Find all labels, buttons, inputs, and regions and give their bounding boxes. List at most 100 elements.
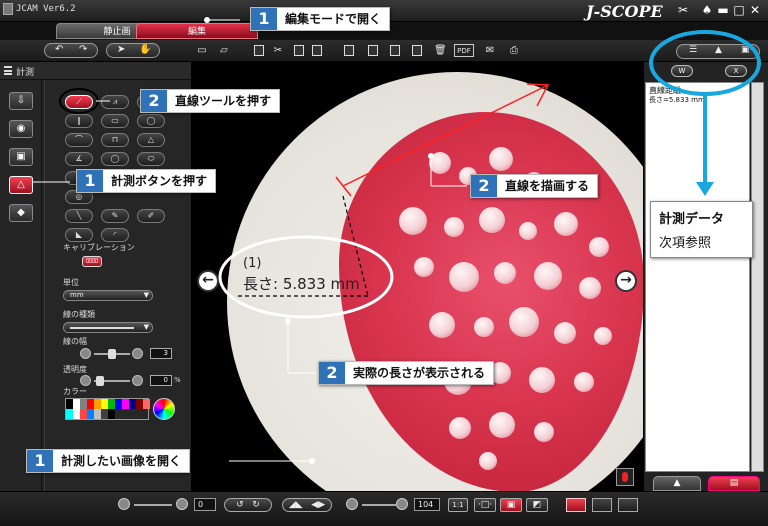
pen-tool-button[interactable]: ✎ (101, 209, 129, 223)
print-icon[interactable]: ⎙ (508, 44, 520, 57)
opacity-slider[interactable]: 0 % (80, 375, 190, 387)
opacity-input[interactable]: 0 (150, 375, 172, 386)
tab-image-list[interactable]: ▲ (653, 476, 701, 491)
decrease-icon[interactable] (80, 348, 91, 359)
parallel-tool-button[interactable]: ∥ (65, 114, 93, 128)
swatch-red[interactable] (87, 399, 94, 409)
eraser-tool-icon[interactable]: ▱ (218, 44, 230, 57)
mail-icon[interactable]: ✉ (484, 44, 496, 57)
save-icon[interactable] (390, 45, 400, 56)
image-adjust-button[interactable]: ▣ (9, 148, 33, 166)
line2-tool-button[interactable]: ╲ (65, 209, 93, 223)
line-width-input[interactable]: 3 (150, 348, 172, 359)
export-word-button[interactable]: W (671, 65, 693, 77)
increase-icon[interactable] (132, 348, 143, 359)
new-file-icon[interactable] (344, 45, 354, 56)
list-view-icon[interactable]: ☰ (689, 45, 697, 55)
menu-icon[interactable] (4, 66, 12, 75)
brightness-up-icon[interactable] (176, 498, 188, 510)
tab-measure-list[interactable]: ▤ (708, 476, 760, 491)
swatch-azure[interactable] (87, 409, 94, 419)
cut-icon[interactable]: ✂ (272, 44, 284, 57)
delete-icon[interactable]: 🗑 (434, 44, 447, 57)
swatch-white-2[interactable] (73, 409, 80, 419)
actual-size-button[interactable]: 1:1 (448, 498, 468, 512)
minimize-icon[interactable]: ▬ (716, 3, 730, 17)
brightness-input[interactable]: 0 (194, 498, 216, 511)
polyline-tool-button[interactable]: ⩘ (101, 95, 129, 109)
fit-window-button[interactable]: ▣ (500, 498, 522, 512)
zoom-input[interactable]: 104 (414, 498, 440, 511)
swatch-white[interactable] (73, 399, 80, 409)
close-icon[interactable]: ✕ (748, 3, 762, 17)
swatch-orange[interactable] (94, 399, 101, 409)
copy-icon[interactable] (254, 45, 264, 56)
rect-tool-button[interactable]: ▭ (101, 114, 129, 128)
swatch-yellow[interactable] (101, 399, 108, 409)
swatch-pink[interactable] (143, 399, 150, 409)
record-stop-icon[interactable] (616, 468, 634, 486)
brightness-slider[interactable] (134, 504, 172, 506)
rotate-group[interactable]: ↺ ↻ (224, 498, 272, 512)
palette-button[interactable]: ◉ (9, 120, 33, 138)
swatch-black[interactable] (66, 399, 73, 409)
eraser-button[interactable]: ◆ (9, 204, 33, 222)
tab-edit[interactable]: 編集 (136, 23, 258, 39)
swatch-navy[interactable] (129, 399, 136, 409)
shirt-icon[interactable]: ♠ (700, 3, 714, 17)
export-excel-button[interactable]: X (725, 65, 747, 77)
angle2-tool-button[interactable]: ∡ (65, 152, 93, 166)
circle-tool-button[interactable]: ◯ (101, 152, 129, 166)
unit-select[interactable]: mm ▼ (63, 290, 153, 301)
slider-thumb[interactable] (96, 376, 104, 386)
zoom-out-icon[interactable] (346, 498, 358, 510)
brush-tool-button[interactable]: ✐ (137, 209, 165, 223)
open-folder-icon[interactable] (368, 45, 378, 56)
pointer-icon[interactable]: ➤ (117, 44, 125, 55)
swatch-cyan[interactable] (66, 409, 73, 419)
color-wheel-icon[interactable] (153, 398, 175, 420)
swatch-red-2[interactable] (80, 409, 87, 419)
fullscreen-button[interactable]: ◩ (526, 498, 548, 512)
measure-button[interactable]: △ (9, 176, 33, 194)
pdf-icon[interactable]: PDF (454, 44, 474, 57)
swatch-darkgray[interactable] (101, 409, 108, 419)
swatch-black-2[interactable] (108, 409, 115, 419)
swatch-blue[interactable] (115, 399, 122, 409)
zoom-in-icon[interactable] (396, 498, 408, 510)
arc-tool-button[interactable]: ⌒ (65, 133, 93, 147)
paste-icon[interactable] (294, 45, 304, 56)
fill-tool-button[interactable]: ◣ (65, 228, 93, 242)
measurement-list[interactable]: 直線距離 長さ=5.833 mm (645, 82, 750, 472)
brightness-down-icon[interactable] (118, 498, 130, 510)
swatch-maroon[interactable] (136, 399, 143, 409)
flip-group[interactable]: ◢◣ ◀▶ (282, 498, 332, 512)
swatch-magenta[interactable] (122, 399, 129, 409)
redo-icon[interactable]: ↷ (79, 44, 87, 55)
image-view-icon[interactable]: ▲ (715, 45, 722, 55)
ellipse-tool-button[interactable]: ⬭ (137, 152, 165, 166)
hand-icon[interactable]: ✋ (139, 44, 151, 55)
line-width-slider[interactable]: 3 (80, 348, 190, 360)
line-tool-button[interactable]: ⟋ (65, 95, 93, 109)
freehand-tool-button[interactable]: ◜ (101, 228, 129, 242)
line-type-select[interactable]: ▼ (63, 322, 153, 333)
next-image-icon[interactable]: → (615, 270, 637, 292)
calibration-button[interactable]: ﾛﾛﾛﾛ (82, 256, 102, 267)
triangle-tool-button[interactable]: △ (137, 133, 165, 147)
single-view-button[interactable] (566, 498, 586, 512)
undo-icon[interactable]: ↶ (55, 44, 63, 55)
prev-image-icon[interactable]: ← (197, 270, 219, 292)
dual-view-button[interactable] (592, 498, 612, 512)
box-tool-button[interactable]: ⊓ (101, 133, 129, 147)
note-view-icon[interactable]: ▣ (741, 45, 750, 55)
image-viewport[interactable]: ← → (1) 長さ: 5.833 mm (191, 62, 643, 491)
ruler-icon[interactable]: ▭ (196, 44, 208, 57)
swatch-green[interactable] (108, 399, 115, 409)
swatch-gray[interactable] (80, 399, 87, 409)
fit-width-button[interactable]: ·□· (474, 498, 496, 512)
slider-thumb[interactable] (108, 349, 116, 359)
rounded-tool-button[interactable]: ◯ (137, 114, 165, 128)
quad-view-button[interactable] (618, 498, 638, 512)
swatch-silver[interactable] (94, 409, 101, 419)
